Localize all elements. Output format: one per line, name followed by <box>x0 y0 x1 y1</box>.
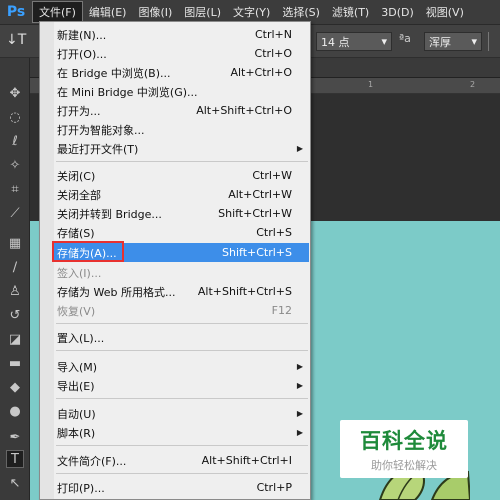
menu-item-new[interactable]: 新建(N)... Ctrl+N <box>54 25 309 44</box>
menu-item-open-smart-object[interactable]: 打开为智能对象... <box>54 120 309 139</box>
brush-tool-icon[interactable]: ∕ <box>6 258 24 276</box>
submenu-arrow-icon: ▶ <box>296 362 303 371</box>
menu-item-label: 在 Mini Bridge 中浏览(G)... <box>57 85 198 99</box>
healing-brush-icon[interactable]: ▦ <box>6 234 24 252</box>
menu-item-print[interactable]: 打印(P)... Ctrl+P <box>54 478 309 497</box>
menu-item-label: 签入(I)... <box>57 266 102 280</box>
menu-separator <box>56 350 308 351</box>
align-left-icon[interactable] <box>488 32 500 51</box>
move-tool-icon[interactable]: ✥ <box>6 84 24 102</box>
menu-item-shortcut: Ctrl+P <box>256 481 292 494</box>
path-select-icon[interactable]: ↖ <box>6 474 24 492</box>
menu-item-label: 脚本(R) <box>57 426 96 440</box>
menu-item-label: 置入(L)... <box>57 331 105 345</box>
submenu-arrow-icon: ▶ <box>296 409 303 418</box>
menu-item-browse-bridge[interactable]: 在 Bridge 中浏览(B)... Alt+Ctrl+O <box>54 63 309 82</box>
eyedropper-tool-icon[interactable]: ⟋ <box>6 204 24 222</box>
menu-item-import[interactable]: 导入(M) ▶ <box>54 357 309 376</box>
pen-tool-icon[interactable]: ✒ <box>6 428 24 446</box>
chevron-down-icon: ▾ <box>381 35 387 48</box>
marquee-tool-icon[interactable]: ◌ <box>6 108 24 126</box>
menu-item-shortcut: Alt+Shift+Ctrl+I <box>201 454 292 467</box>
crop-tool-icon[interactable]: ⌗ <box>6 180 24 198</box>
menu-separator <box>56 161 308 162</box>
menu-item-shortcut: Ctrl+W <box>252 169 292 182</box>
menu-item-file-info[interactable]: 文件简介(F)... Alt+Shift+Ctrl+I <box>54 451 309 470</box>
menu-item-shortcut: Alt+Shift+Ctrl+S <box>197 285 292 298</box>
anti-alias-select[interactable]: 浑厚 ▾ <box>424 32 482 51</box>
submenu-arrow-icon: ▶ <box>296 428 303 437</box>
photoshop-logo[interactable]: Ps <box>0 0 32 25</box>
menu-item-close[interactable]: 关闭(C) Ctrl+W <box>54 166 309 185</box>
magic-wand-icon[interactable]: ✧ <box>6 156 24 174</box>
clone-stamp-icon[interactable]: ♙ <box>6 282 24 300</box>
menu-item-shortcut: F12 <box>271 304 292 317</box>
submenu-arrow-icon: ▶ <box>296 381 303 390</box>
menu-item-shortcut: Alt+Shift+Ctrl+O <box>196 104 292 117</box>
menu-item-automate[interactable]: 自动(U) ▶ <box>54 404 309 423</box>
menu-item-close-all[interactable]: 关闭全部 Alt+Ctrl+W <box>54 185 309 204</box>
menu-item-shortcut: Alt+Ctrl+W <box>228 188 292 201</box>
menu-item-save-as[interactable]: 存储为(A)... Shift+Ctrl+S <box>52 241 309 262</box>
gradient-tool-icon[interactable]: ▬ <box>6 354 24 372</box>
watermark-subtitle: 助你轻松解决 <box>371 459 437 472</box>
chevron-down-icon: ▾ <box>471 35 477 48</box>
type-tool-preset-icon[interactable]: ↓T <box>6 32 26 48</box>
eraser-tool-icon[interactable]: ◪ <box>6 330 24 348</box>
menu-file[interactable]: 文件(F) <box>32 1 83 23</box>
history-brush-icon[interactable]: ↺ <box>6 306 24 324</box>
menu-item-label: 导入(M) <box>57 360 98 374</box>
menu-item-open-as[interactable]: 打开为... Alt+Shift+Ctrl+O <box>54 101 309 120</box>
menu-item-scripts[interactable]: 脚本(R) ▶ <box>54 423 309 442</box>
menu-item-shortcut: Ctrl+O <box>254 47 292 60</box>
submenu-arrow-icon: ▶ <box>296 144 303 153</box>
menu-separator <box>56 323 308 324</box>
file-menu-dropdown: 新建(N)... Ctrl+N 打开(O)... Ctrl+O 在 Bridge 中… <box>39 21 311 500</box>
font-size-select[interactable]: 14 点 ▾ <box>316 32 392 51</box>
anti-alias-icon: ªa <box>399 32 411 45</box>
blur-tool-icon[interactable]: ◆ <box>6 378 24 396</box>
menu-item-check-in: 签入(I)... <box>54 263 309 282</box>
menu-item-label: 最近打开文件(T) <box>57 142 139 156</box>
menu-item-label: 导出(E) <box>57 379 95 393</box>
anti-alias-value: 浑厚 <box>429 35 451 49</box>
menu-item-place[interactable]: 置入(L)... <box>54 328 309 347</box>
menu-item-shortcut: Alt+Ctrl+O <box>230 66 292 79</box>
menu-item-shortcut: Ctrl+S <box>256 226 292 239</box>
menu-item-export[interactable]: 导出(E) ▶ <box>54 376 309 395</box>
menu-item-revert: 恢复(V) F12 <box>54 301 309 320</box>
menu-separator <box>56 473 308 474</box>
menu-item-label: 自动(U) <box>57 407 96 421</box>
menu-separator <box>56 398 308 399</box>
watermark-logo: 百科全说 助你轻松解决 <box>340 420 468 478</box>
menu-separator <box>56 445 308 446</box>
ruler-tick: 2 <box>470 80 476 89</box>
menu-item-label: 打开为智能对象... <box>57 123 145 137</box>
menu-item-shortcut: Shift+Ctrl+S <box>222 246 292 259</box>
lasso-tool-icon[interactable]: ℓ <box>6 132 24 150</box>
dodge-tool-icon[interactable]: ● <box>6 402 24 420</box>
ruler-tick: 1 <box>368 80 374 89</box>
menu-item-open[interactable]: 打开(O)... Ctrl+O <box>54 44 309 63</box>
type-tool-icon[interactable]: T <box>6 450 24 468</box>
watermark-title: 百科全说 <box>360 429 448 453</box>
menu-item-browse-mini-bridge[interactable]: 在 Mini Bridge 中浏览(G)... <box>54 82 309 101</box>
menu-item-close-go-bridge[interactable]: 关闭并转到 Bridge... Shift+Ctrl+W <box>54 204 309 223</box>
menu-item-save-for-web[interactable]: 存储为 Web 所用格式... Alt+Shift+Ctrl+S <box>54 282 309 301</box>
font-size-value: 14 点 <box>321 35 350 49</box>
menu-3d[interactable]: 3D(D) <box>375 0 420 25</box>
menu-view[interactable]: 视图(V) <box>420 0 470 25</box>
menu-item-recent-files[interactable]: 最近打开文件(T) ▶ <box>54 139 309 158</box>
menu-item-shortcut: Ctrl+N <box>254 28 292 41</box>
toolbox: ✥ ◌ ℓ ✧ ⌗ ⟋ ▦ ∕ ♙ ↺ ◪ ▬ ◆ ● ✒ T ↖ <box>0 58 30 500</box>
menu-item-save[interactable]: 存储(S) Ctrl+S <box>54 223 309 242</box>
annotation-highlight-box <box>52 241 124 262</box>
menu-filter[interactable]: 滤镜(T) <box>326 0 375 25</box>
menu-item-shortcut: Shift+Ctrl+W <box>218 207 292 220</box>
